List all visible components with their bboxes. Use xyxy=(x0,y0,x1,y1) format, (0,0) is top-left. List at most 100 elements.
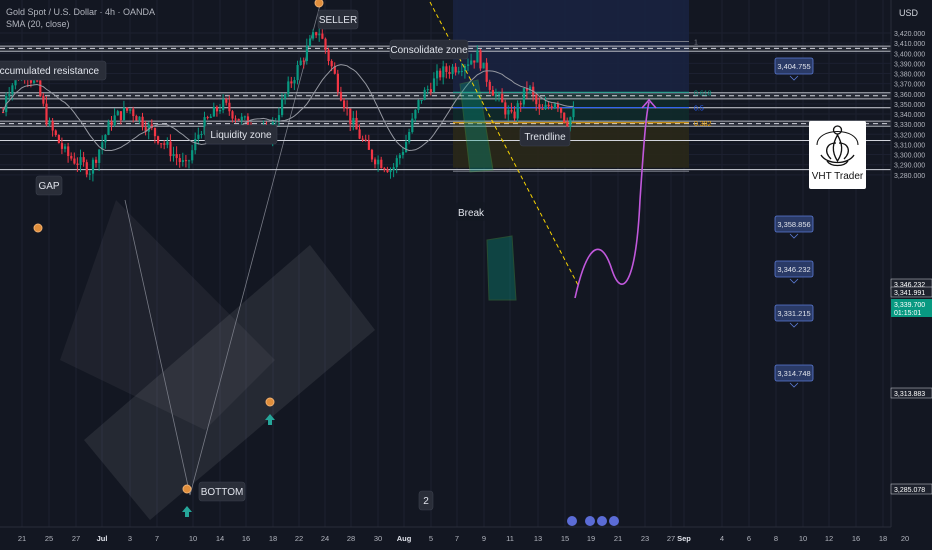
fib-label: 1 xyxy=(694,40,698,47)
candle-body xyxy=(160,143,163,145)
annotation-label: Break xyxy=(458,208,485,219)
annotation-label: 2 xyxy=(423,496,429,507)
candle-body xyxy=(321,33,324,39)
pivot-marker xyxy=(33,223,43,233)
x-tick-label: 22 xyxy=(295,534,303,543)
x-tick-label: 5 xyxy=(429,534,433,543)
price-axis[interactable]: 3,420.000 3,410.000 3,400.000 3,390.000 3,38… xyxy=(890,0,932,550)
currency-label[interactable]: USD xyxy=(899,8,918,18)
candle-body xyxy=(383,168,386,170)
y-tick-label: 3,410.000 xyxy=(894,41,925,48)
candle-body xyxy=(401,151,405,156)
x-tick-label: Sep xyxy=(677,534,691,543)
candle-body xyxy=(305,46,308,61)
y-tick-label: 3,420.000 xyxy=(894,31,925,38)
candle-body xyxy=(374,159,377,165)
candle-body xyxy=(234,118,237,120)
x-tick-label: 21 xyxy=(18,534,26,543)
candle-body xyxy=(451,66,454,75)
candle-body xyxy=(560,107,563,113)
candle-body xyxy=(513,111,516,119)
candle-body xyxy=(494,94,498,96)
candle-body xyxy=(389,169,392,173)
fib-label: 0.5 xyxy=(694,106,704,113)
candle-body xyxy=(98,149,101,163)
candle-body xyxy=(355,117,358,130)
brand-logo: VHT Trader xyxy=(809,121,866,189)
candle-body xyxy=(153,127,157,137)
candle-body xyxy=(138,116,141,121)
axis-price-tag: 3,313.883 xyxy=(894,391,925,398)
candle-body xyxy=(501,93,504,103)
y-tick-label: 3,360.000 xyxy=(894,92,925,99)
candle-body xyxy=(122,107,126,121)
candle-body xyxy=(538,104,541,109)
candle-body xyxy=(231,111,234,119)
price-tag-value: 3,331.215 xyxy=(777,309,810,318)
candle-body xyxy=(284,94,287,99)
candle-body xyxy=(339,91,343,101)
candle-body xyxy=(237,118,240,121)
candle-body xyxy=(141,116,144,128)
candle-body xyxy=(113,115,116,126)
candle-body xyxy=(73,158,76,164)
x-tick-label: 21 xyxy=(614,534,622,543)
pivot-marker xyxy=(314,0,324,8)
candle-body xyxy=(417,100,420,110)
candle-body xyxy=(302,60,305,62)
candle-body xyxy=(178,158,181,163)
lotus-meditation-icon xyxy=(816,125,859,167)
x-tick-label: 23 xyxy=(641,534,649,543)
x-tick-label: 15 xyxy=(561,534,569,543)
x-tick-label: 7 xyxy=(455,534,459,543)
x-tick-label: 28 xyxy=(347,534,355,543)
candle-body xyxy=(370,149,374,160)
x-tick-label: 18 xyxy=(879,534,887,543)
candle-body xyxy=(436,70,439,79)
candle-body xyxy=(572,108,575,118)
candle-body xyxy=(346,108,349,110)
candle-body xyxy=(442,66,445,78)
candle-body xyxy=(476,50,479,63)
candle-body xyxy=(169,141,172,157)
price-chart[interactable]: 1 0.618 0.5 0.382 SELLER Consolidate zone Accu… xyxy=(0,0,932,550)
candle-body xyxy=(95,159,98,163)
candle-body xyxy=(457,71,460,73)
candle-body xyxy=(448,71,451,75)
candle-body xyxy=(135,116,138,121)
y-tick-label: 3,310.000 xyxy=(894,142,925,149)
candle-body xyxy=(488,81,491,90)
y-tick-label: 3,280.000 xyxy=(894,173,925,180)
candle-body xyxy=(426,89,429,91)
x-tick-label: 25 xyxy=(45,534,53,543)
candle-body xyxy=(116,111,119,116)
candle-body xyxy=(215,106,219,112)
pivot-marker xyxy=(265,397,275,407)
candle-body xyxy=(110,121,113,126)
candle-body xyxy=(349,108,352,125)
x-tick-label: 24 xyxy=(321,534,329,543)
x-tick-label: 9 xyxy=(482,534,486,543)
candle-body xyxy=(194,138,197,151)
candle-body xyxy=(175,154,178,159)
candle-body xyxy=(467,64,470,66)
candle-body xyxy=(318,33,321,36)
candle-body xyxy=(104,134,107,143)
x-tick-label: 12 xyxy=(825,534,833,543)
y-tick-label: 3,350.000 xyxy=(894,102,925,109)
candle-body xyxy=(315,32,318,36)
candle-body xyxy=(510,110,513,112)
candle-body xyxy=(454,66,457,73)
candle-body xyxy=(126,107,129,111)
x-tick-label: 16 xyxy=(852,534,860,543)
x-tick-label: 27 xyxy=(72,534,80,543)
x-tick-label: 10 xyxy=(799,534,807,543)
y-tick-label: 3,330.000 xyxy=(894,122,925,129)
candle-body xyxy=(377,159,380,165)
candle-body xyxy=(82,157,85,163)
candle-body xyxy=(566,122,569,127)
candle-body xyxy=(188,160,191,162)
time-axis[interactable]: 21 25 27 Jul 3 7 10 14 16 18 22 24 28 30 Aug 5 7 9 11 13 15 1… xyxy=(0,526,932,550)
x-tick-label: 30 xyxy=(374,534,382,543)
candle-body xyxy=(445,66,448,72)
